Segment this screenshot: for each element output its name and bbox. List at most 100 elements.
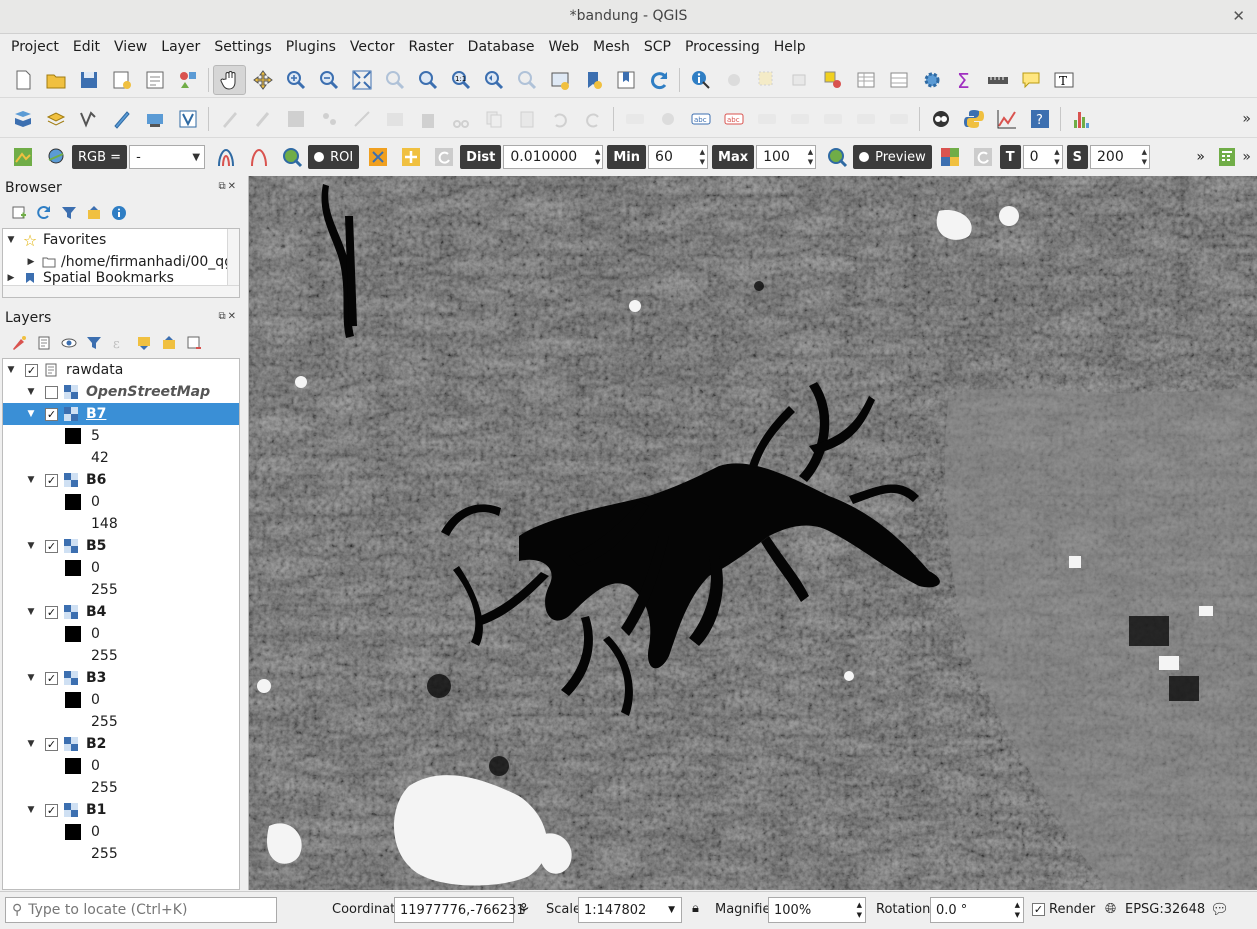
crs-label[interactable]: EPSG:32648 — [1125, 902, 1205, 917]
new-print-layout-icon[interactable] — [105, 65, 138, 95]
layer-band-b4[interactable]: ▼ ✓ B4 — [3, 601, 239, 623]
menu-vector[interactable]: Vector — [343, 34, 402, 61]
add-feature-icon[interactable] — [312, 104, 345, 134]
zoom-to-layer-icon[interactable] — [411, 65, 444, 95]
menu-project[interactable]: Project — [4, 34, 66, 61]
preview-toggle[interactable]: Preview — [853, 145, 932, 169]
select-features-icon[interactable] — [750, 65, 783, 95]
spin-arrows-icon[interactable]: ▲ ▼ — [1054, 147, 1059, 167]
spin-arrows-icon[interactable]: ▲ ▼ — [1015, 900, 1020, 920]
lock-icon[interactable]: 🔒︎ — [692, 901, 699, 916]
new-map-view-icon[interactable] — [543, 65, 576, 95]
s-spinbox[interactable]: 200 ▲ ▼ — [1090, 145, 1150, 169]
zoom-next-icon[interactable] — [510, 65, 543, 95]
text-annotation-icon[interactable]: T — [1047, 65, 1080, 95]
toggle-extents-icon[interactable]: ⚘ — [517, 900, 530, 918]
move-label-icon[interactable] — [816, 104, 849, 134]
histogram-icon[interactable] — [1065, 104, 1098, 134]
layer-band-b5[interactable]: ▼ ✓ B5 — [3, 535, 239, 557]
menu-settings[interactable]: Settings — [207, 34, 278, 61]
spin-arrows-icon[interactable]: ▲ ▼ — [595, 147, 600, 167]
globe-icon[interactable]: 🌐︎ — [1105, 901, 1116, 917]
vertex-tool-icon[interactable] — [345, 104, 378, 134]
spin-arrows-icon[interactable]: ▲ ▼ — [700, 147, 705, 167]
show-bookmarks-icon[interactable] — [609, 65, 642, 95]
scale-combo[interactable]: 1:147802 ▼ — [578, 897, 682, 923]
menu-help[interactable]: Help — [767, 34, 813, 61]
change-label-icon[interactable] — [882, 104, 915, 134]
toolbar-overflow-icon[interactable]: » — [1242, 111, 1251, 127]
band-calc-icon[interactable] — [1210, 142, 1243, 172]
new-layer-icon[interactable] — [39, 104, 72, 134]
zoom-in-icon[interactable] — [279, 65, 312, 95]
add-virtual-layer-icon[interactable] — [171, 104, 204, 134]
filter-browser-icon[interactable] — [56, 202, 81, 224]
expand-arrow-icon[interactable]: ▼ — [5, 235, 17, 245]
new-bookmark-icon[interactable] — [576, 65, 609, 95]
rotation-spinbox[interactable]: 0.0 ° ▲ ▼ — [930, 897, 1024, 923]
expand-all-icon[interactable] — [131, 332, 156, 354]
layer-styling-icon[interactable] — [6, 332, 31, 354]
spectral-plot-icon[interactable] — [990, 104, 1023, 134]
cut-icon[interactable] — [444, 104, 477, 134]
paste-icon[interactable] — [510, 104, 543, 134]
layer-labeling-icon[interactable]: abc — [684, 104, 717, 134]
filter-expression-icon[interactable]: ε — [106, 332, 131, 354]
label-toolbar-icon[interactable] — [618, 104, 651, 134]
toolbox-icon[interactable] — [915, 65, 948, 95]
menu-layer[interactable]: Layer — [154, 34, 207, 61]
zoom-last-icon[interactable] — [477, 65, 510, 95]
layer-band-b6[interactable]: ▼ ✓ B6 — [3, 469, 239, 491]
current-edits-icon[interactable] — [213, 104, 246, 134]
rgb-combo[interactable]: - ▼ — [129, 145, 206, 169]
style-manager-icon[interactable] — [171, 65, 204, 95]
highlight-pinned-icon[interactable] — [750, 104, 783, 134]
layer-visibility-checkbox[interactable]: ✓ — [45, 671, 58, 685]
min-spinbox[interactable]: 60 ▲ ▼ — [648, 145, 709, 169]
group-visibility-checkbox[interactable]: ✓ — [25, 363, 38, 377]
render-checkbox[interactable]: ✓ — [1032, 903, 1045, 916]
browser-hscrollbar[interactable] — [3, 285, 239, 297]
menu-mesh[interactable]: Mesh — [586, 34, 637, 61]
roi-toggle[interactable]: ROI — [308, 145, 360, 169]
add-vector-icon[interactable] — [72, 104, 105, 134]
layer-band-b2[interactable]: ▼ ✓ B2 — [3, 733, 239, 755]
messages-icon[interactable]: 💬︎ — [1210, 900, 1229, 918]
rgb-stretch-icon[interactable] — [242, 142, 275, 172]
expand-arrow-icon[interactable]: ▼ — [25, 805, 37, 815]
menu-edit[interactable]: Edit — [66, 34, 107, 61]
add-roi-icon[interactable] — [394, 142, 427, 172]
python-console-icon[interactable] — [957, 104, 990, 134]
locator-input[interactable]: ⚲ Type to locate (Ctrl+K) — [5, 897, 277, 923]
expand-arrow-icon[interactable]: ▼ — [25, 739, 37, 749]
redo-icon[interactable] — [576, 104, 609, 134]
create-roi-icon[interactable] — [361, 142, 394, 172]
modify-attributes-icon[interactable] — [378, 104, 411, 134]
toggle-editing-icon[interactable] — [246, 104, 279, 134]
statistics-icon[interactable]: Σ — [948, 65, 981, 95]
properties-icon[interactable] — [106, 202, 131, 224]
collapse-arrow-icon[interactable]: ▶ — [5, 273, 17, 283]
new-project-icon[interactable] — [6, 65, 39, 95]
toolbar-overflow-icon-2[interactable]: » — [1242, 149, 1251, 165]
zoom-roi-icon[interactable] — [275, 142, 308, 172]
deselect-all-icon[interactable] — [816, 65, 849, 95]
layer-visibility-checkbox[interactable]: ✓ — [45, 737, 58, 751]
data-source-manager-icon[interactable] — [6, 104, 39, 134]
menu-scp[interactable]: SCP — [637, 34, 678, 61]
remove-layer-icon[interactable] — [181, 332, 206, 354]
menu-plugins[interactable]: Plugins — [279, 34, 343, 61]
pan-map-icon[interactable] — [213, 64, 246, 95]
max-spinbox[interactable]: 100 ▲ ▼ — [756, 145, 817, 169]
panel-float-close-icon[interactable]: ⧉✕ — [218, 311, 238, 322]
digitize-icon[interactable] — [105, 104, 138, 134]
add-group-icon[interactable] — [31, 332, 56, 354]
undo-icon[interactable] — [543, 104, 576, 134]
redo-preview-icon[interactable] — [967, 142, 1000, 172]
menu-processing[interactable]: Processing — [678, 34, 767, 61]
identify-icon[interactable] — [684, 65, 717, 95]
spin-arrows-icon[interactable]: ▲ ▼ — [857, 900, 862, 920]
menu-database[interactable]: Database — [461, 34, 542, 61]
measure-icon[interactable] — [981, 65, 1014, 95]
scp-dock-icon[interactable] — [6, 142, 39, 172]
